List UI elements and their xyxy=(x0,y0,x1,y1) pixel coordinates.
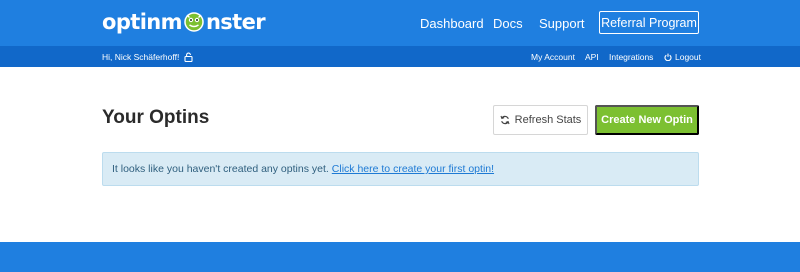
refresh-stats-label: Refresh Stats xyxy=(514,114,582,126)
greeting-text: Hi, Nick Schäferhoff! xyxy=(102,51,180,62)
notice-text: It looks like you haven't created any op… xyxy=(112,163,329,175)
logo-text-right: nster xyxy=(205,10,266,34)
nav-docs-link[interactable]: Docs xyxy=(493,0,523,46)
nav-support-link[interactable]: Support xyxy=(539,0,585,46)
logo-text-left: optinm xyxy=(102,10,183,34)
top-navbar: optinm nster Dashboard Docs Support Refe… xyxy=(0,0,800,46)
monster-icon xyxy=(183,10,205,32)
my-account-link[interactable]: My Account xyxy=(531,46,575,67)
power-icon xyxy=(664,53,672,61)
referral-program-button[interactable]: Referral Program xyxy=(599,11,699,34)
lock-icon[interactable] xyxy=(184,52,193,62)
nav-dashboard-link[interactable]: Dashboard xyxy=(420,0,484,46)
refresh-icon xyxy=(500,115,510,125)
page-title: Your Optins xyxy=(102,107,210,128)
empty-state-notice: It looks like you haven't created any op… xyxy=(102,152,699,186)
api-link[interactable]: API xyxy=(585,46,599,67)
refresh-stats-button[interactable]: Refresh Stats xyxy=(493,105,588,135)
create-first-optin-link[interactable]: Click here to create your first optin! xyxy=(332,163,494,175)
integrations-link[interactable]: Integrations xyxy=(609,46,653,67)
footer-bar xyxy=(0,242,800,272)
user-greeting: Hi, Nick Schäferhoff! xyxy=(102,46,193,67)
logout-label: Logout xyxy=(675,51,701,62)
optinmonster-logo[interactable]: optinm nster xyxy=(102,9,266,35)
account-bar: Hi, Nick Schäferhoff! My Account API Int… xyxy=(0,46,800,67)
create-new-optin-button[interactable]: Create New Optin xyxy=(595,105,699,135)
logout-link[interactable]: Logout xyxy=(664,46,701,67)
